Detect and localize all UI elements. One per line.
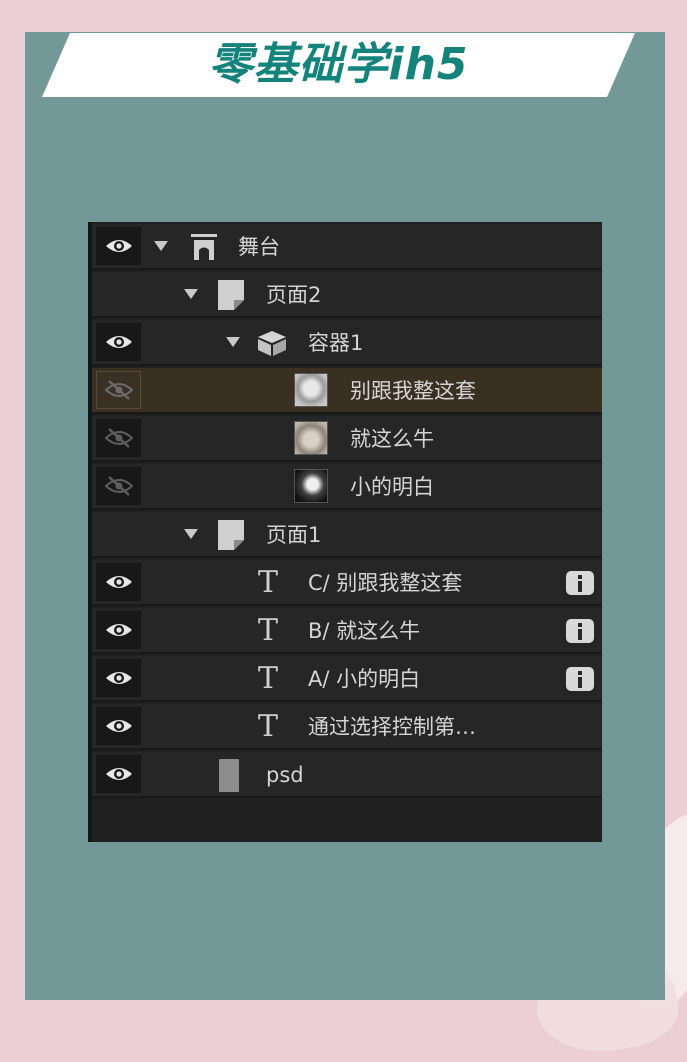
- image-thumbnail: [294, 469, 328, 503]
- layer-label: 舞台: [238, 235, 280, 259]
- layer-row-text-d[interactable]: T 通过选择控制第…: [92, 704, 602, 750]
- layer-row-text-b[interactable]: T B/ 就这么牛: [92, 608, 602, 654]
- layer-label: 小的明白: [350, 475, 434, 499]
- layer-label: B/ 就这么牛: [308, 619, 421, 643]
- layer-row-image-3[interactable]: 小的明白: [92, 464, 602, 510]
- layer-label: 就这么牛: [350, 427, 434, 451]
- expand-arrow-icon[interactable]: [184, 289, 198, 299]
- layer-label: 页面1: [266, 523, 322, 547]
- eye-icon: [105, 720, 132, 732]
- layer-label: 容器1: [308, 331, 364, 355]
- visibility-toggle[interactable]: [96, 563, 141, 601]
- eye-icon: [105, 672, 132, 684]
- layer-row-text-c[interactable]: T C/ 别跟我整这套: [92, 560, 602, 606]
- visibility-toggle[interactable]: [96, 419, 141, 457]
- eye-icon: [105, 576, 132, 588]
- eye-icon: [105, 336, 132, 348]
- text-icon: T: [258, 613, 279, 648]
- layer-label: psd: [266, 763, 304, 787]
- expand-arrow-icon[interactable]: [154, 241, 168, 251]
- visibility-toggle[interactable]: [96, 467, 141, 505]
- page-icon: [216, 279, 246, 311]
- layer-label: 别跟我整这套: [350, 379, 476, 403]
- layer-label: 通过选择控制第…: [308, 715, 476, 739]
- title-banner: 零基础学ih5: [42, 33, 635, 97]
- eye-icon: [105, 624, 132, 636]
- eye-hidden-icon: [104, 428, 133, 448]
- layer-row-page1[interactable]: 页面1: [92, 512, 602, 558]
- psd-icon: [219, 759, 239, 792]
- layer-label: C/ 别跟我整这套: [308, 571, 463, 595]
- layer-panel: 舞台 页面2 容器1 别跟我整这套 就这么牛 小的明白 页面1 T C/ 别跟我…: [88, 222, 602, 842]
- info-icon[interactable]: [566, 619, 594, 643]
- eye-hidden-icon: [104, 380, 133, 400]
- layer-label: A/ 小的明白: [308, 667, 421, 691]
- expand-arrow-icon[interactable]: [226, 337, 240, 347]
- layer-row-container1[interactable]: 容器1: [92, 320, 602, 366]
- layer-row-page2[interactable]: 页面2: [92, 272, 602, 318]
- visibility-toggle[interactable]: [96, 227, 141, 265]
- info-icon[interactable]: [566, 667, 594, 691]
- layer-row-image-1[interactable]: 别跟我整这套: [92, 368, 602, 414]
- text-icon: T: [258, 565, 279, 600]
- eye-icon: [105, 768, 132, 780]
- layer-row-image-2[interactable]: 就这么牛: [92, 416, 602, 462]
- text-icon: T: [258, 661, 279, 696]
- banner-title: 零基础学ih5: [208, 39, 469, 90]
- layer-row-text-a[interactable]: T A/ 小的明白: [92, 656, 602, 702]
- page-icon: [216, 519, 246, 551]
- layer-row-stage[interactable]: 舞台: [92, 224, 602, 270]
- visibility-toggle[interactable]: [96, 707, 141, 745]
- visibility-toggle[interactable]: [96, 611, 141, 649]
- visibility-toggle[interactable]: [96, 659, 141, 697]
- eye-hidden-icon: [104, 476, 133, 496]
- info-icon[interactable]: [566, 571, 594, 595]
- layer-label: 页面2: [266, 283, 322, 307]
- visibility-toggle[interactable]: [96, 755, 141, 793]
- stage-icon: [188, 232, 220, 262]
- expand-arrow-icon[interactable]: [184, 529, 198, 539]
- image-thumbnail: [294, 373, 328, 407]
- eye-icon: [105, 240, 132, 252]
- text-icon: T: [258, 709, 279, 744]
- visibility-toggle[interactable]: [96, 371, 141, 409]
- visibility-toggle[interactable]: [96, 323, 141, 361]
- box-icon: [256, 329, 288, 357]
- image-thumbnail: [294, 421, 328, 455]
- layer-row-psd[interactable]: psd: [92, 752, 602, 798]
